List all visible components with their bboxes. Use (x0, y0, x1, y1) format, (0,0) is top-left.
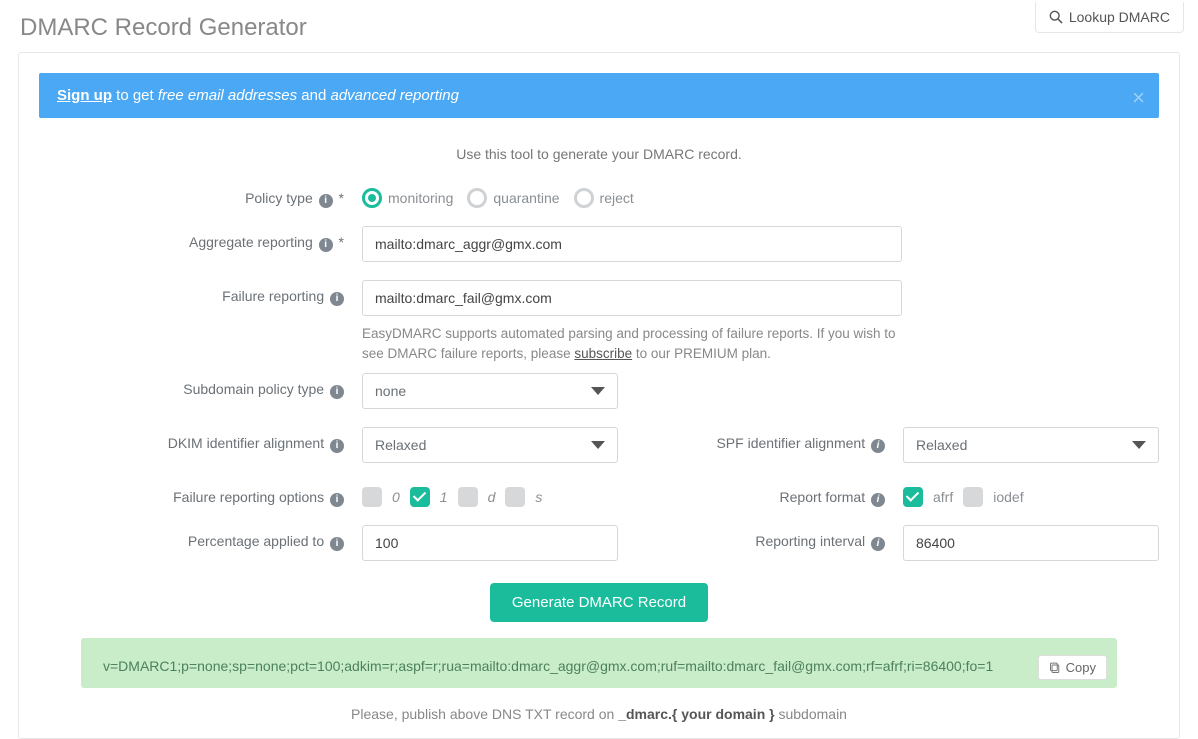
policy-monitoring-radio[interactable]: monitoring (362, 188, 453, 208)
info-icon[interactable]: i (330, 493, 344, 507)
info-icon[interactable]: i (319, 238, 333, 252)
info-icon[interactable]: i (330, 292, 344, 306)
dkim-label: DKIM identifier alignment i (39, 427, 362, 453)
policy-reject-radio[interactable]: reject (574, 188, 634, 208)
copy-icon (1049, 662, 1061, 674)
close-icon[interactable]: × (1132, 85, 1145, 111)
info-icon[interactable]: i (330, 439, 344, 453)
page-title: DMARC Record Generator (0, 0, 1198, 52)
ri-label: Reporting interval i (618, 525, 903, 551)
info-icon[interactable]: i (871, 439, 885, 453)
fo-d-checkbox[interactable] (458, 487, 478, 507)
subscribe-link[interactable]: subscribe (574, 346, 632, 361)
copy-button[interactable]: Copy (1038, 655, 1107, 680)
main-card: Sign up to get free email addresses and … (18, 52, 1180, 739)
generate-button[interactable]: Generate DMARC Record (490, 583, 708, 622)
aggregate-input[interactable] (362, 226, 902, 262)
info-icon[interactable]: i (871, 537, 885, 551)
publish-hint: Please, publish above DNS TXT record on … (39, 706, 1159, 722)
lookup-dmarc-button[interactable]: Lookup DMARC (1035, 2, 1184, 33)
policy-type-label: Policy type i * (39, 182, 362, 208)
pct-input[interactable] (362, 525, 618, 561)
fo-s-checkbox[interactable] (505, 487, 525, 507)
chevron-down-icon (591, 387, 605, 395)
info-icon[interactable]: i (319, 194, 333, 208)
rf-label: Report format i (618, 481, 903, 507)
fo-label: Failure reporting options i (39, 481, 362, 507)
fo-1-checkbox[interactable] (410, 487, 430, 507)
signup-banner: Sign up to get free email addresses and … (39, 73, 1159, 118)
chevron-down-icon (1132, 441, 1146, 449)
pct-label: Percentage applied to i (39, 525, 362, 551)
lead-text: Use this tool to generate your DMARC rec… (39, 146, 1159, 162)
aggregate-label: Aggregate reporting i * (39, 226, 362, 252)
search-icon (1049, 10, 1063, 24)
dkim-select[interactable]: Relaxed (362, 427, 618, 463)
subdomain-select[interactable]: none (362, 373, 618, 409)
fo-0-checkbox[interactable] (362, 487, 382, 507)
chevron-down-icon (591, 441, 605, 449)
info-icon[interactable]: i (330, 385, 344, 399)
result-record: v=DMARC1;p=none;sp=none;pct=100;adkim=r;… (81, 638, 1117, 688)
failure-label: Failure reporting i (39, 280, 362, 306)
spf-label: SPF identifier alignment i (618, 427, 903, 453)
failure-input[interactable] (362, 280, 902, 316)
lookup-label: Lookup DMARC (1069, 9, 1170, 25)
policy-quarantine-radio[interactable]: quarantine (467, 188, 559, 208)
rf-iodef-checkbox[interactable] (963, 487, 983, 507)
ri-input[interactable] (903, 525, 1159, 561)
rf-afrf-checkbox[interactable] (903, 487, 923, 507)
info-icon[interactable]: i (871, 493, 885, 507)
spf-select[interactable]: Relaxed (903, 427, 1159, 463)
signup-link[interactable]: Sign up (57, 87, 112, 104)
subdomain-label: Subdomain policy type i (39, 373, 362, 399)
info-icon[interactable]: i (330, 537, 344, 551)
failure-help: EasyDMARC supports automated parsing and… (362, 324, 902, 363)
